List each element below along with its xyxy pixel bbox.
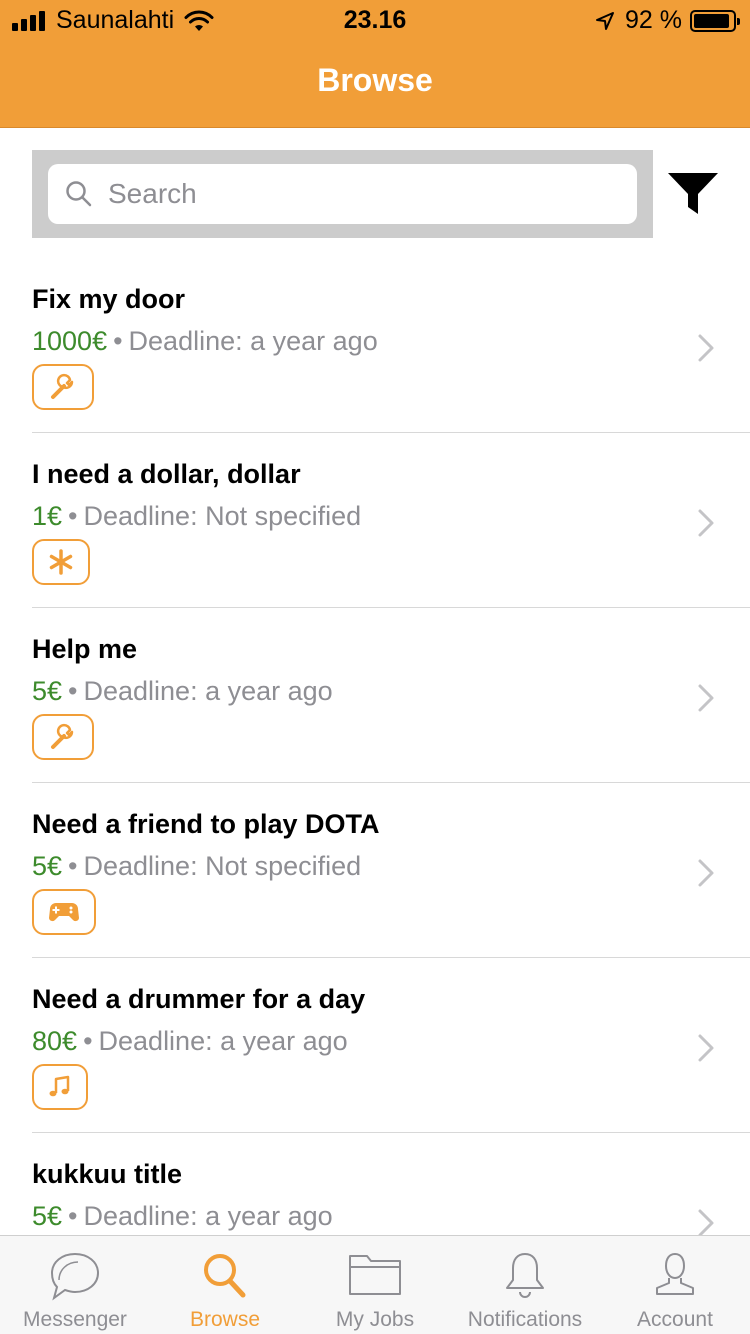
- meta-separator: •: [83, 1026, 93, 1056]
- tab-label: Account: [637, 1308, 713, 1331]
- category-badge: [32, 539, 90, 585]
- job-meta: 1000€ • Deadline: a year ago: [32, 326, 378, 357]
- tab-account[interactable]: Account: [600, 1236, 750, 1334]
- wrench-icon: [51, 723, 74, 749]
- meta-separator: •: [68, 1201, 78, 1231]
- battery-tip: [737, 17, 740, 25]
- tab-notifications[interactable]: Notifications: [450, 1236, 600, 1334]
- search-input[interactable]: [108, 178, 628, 210]
- job-title: Help me: [32, 634, 138, 664]
- job-price: 5€: [32, 676, 63, 706]
- job-title: I need a dollar, dollar: [32, 459, 301, 489]
- navigation-header: Saunalahti 23.16 92 % Browse: [0, 0, 750, 128]
- job-meta: 5€ • Deadline: a year ago: [32, 1201, 333, 1232]
- page-title: Browse: [317, 62, 433, 98]
- category-badge: [32, 364, 94, 410]
- gamepad-icon: [49, 903, 79, 922]
- person-icon: [656, 1252, 694, 1295]
- chat-bubble-icon: [50, 1252, 100, 1301]
- bell-icon: [506, 1253, 544, 1298]
- tab-browse[interactable]: Browse: [150, 1236, 300, 1334]
- job-meta: 1€ • Deadline: Not specified: [32, 501, 361, 532]
- tab-my-jobs[interactable]: My Jobs: [300, 1236, 450, 1334]
- job-price: 5€: [32, 851, 63, 881]
- tab-label: My Jobs: [335, 1308, 415, 1331]
- meta-separator: •: [113, 326, 123, 356]
- chevron-right-icon: [698, 859, 714, 887]
- status-bar: Saunalahti 23.16 92 %: [0, 0, 750, 40]
- search-icon: [66, 181, 92, 207]
- job-deadline: Deadline: a year ago: [83, 1201, 333, 1231]
- job-list-item[interactable]: I need a dollar, dollar 1€ • Deadline: Not…: [32, 433, 750, 608]
- job-list: Fix my door 1000€ • Deadline: a year ago I…: [0, 258, 750, 1308]
- job-list-item[interactable]: Need a friend to play DOTA 5€ • Deadline: …: [32, 783, 750, 958]
- category-badge: [32, 1064, 88, 1110]
- battery-level-fill: [694, 13, 729, 28]
- job-meta: 5€ • Deadline: a year ago: [32, 676, 333, 707]
- job-meta: 80€ • Deadline: a year ago: [32, 1026, 348, 1057]
- meta-separator: •: [68, 851, 78, 881]
- tab-label: Messenger: [23, 1308, 127, 1331]
- job-list-item[interactable]: Need a drummer for a day 80€ • Deadline: a…: [32, 958, 750, 1133]
- job-price: 1000€: [32, 326, 108, 356]
- meta-separator: •: [68, 676, 78, 706]
- job-price: 5€: [32, 1201, 63, 1231]
- job-deadline: Deadline: Not specified: [83, 851, 362, 881]
- job-list-item[interactable]: Fix my door 1000€ • Deadline: a year ago: [32, 258, 750, 433]
- chevron-right-icon: [698, 684, 714, 712]
- filter-icon[interactable]: [667, 170, 719, 218]
- tab-bar: Messenger Browse My Jobs Notifications A…: [0, 1235, 750, 1334]
- status-right: 92 %: [595, 6, 740, 35]
- search-bar: [32, 150, 653, 238]
- folder-icon: [349, 1255, 401, 1295]
- location-arrow-icon: [596, 11, 615, 30]
- chevron-right-icon: [698, 334, 714, 362]
- battery-percentage: 92 %: [625, 6, 682, 34]
- job-deadline: Deadline: a year ago: [83, 676, 333, 706]
- search-field[interactable]: [48, 164, 637, 224]
- meta-separator: •: [68, 501, 78, 531]
- chevron-right-icon: [698, 1209, 714, 1237]
- job-title: Need a friend to play DOTA: [32, 809, 380, 839]
- tab-label: Browse: [189, 1308, 261, 1331]
- job-title: Need a drummer for a day: [32, 984, 366, 1014]
- job-price: 80€: [32, 1026, 78, 1056]
- job-title: Fix my door: [32, 284, 186, 314]
- category-badge: [32, 889, 96, 935]
- music-note-icon: [49, 1075, 70, 1097]
- job-price: 1€: [32, 501, 63, 531]
- job-deadline: Deadline: a year ago: [98, 1026, 348, 1056]
- chevron-right-icon: [698, 509, 714, 537]
- tab-label: Notifications: [467, 1308, 583, 1331]
- battery-icon: [690, 9, 740, 32]
- category-badge: [32, 714, 94, 760]
- asterisk-icon: [49, 549, 73, 575]
- job-title: kukkuu title: [32, 1159, 183, 1189]
- job-list-item[interactable]: Help me 5€ • Deadline: a year ago: [32, 608, 750, 783]
- wrench-icon: [51, 373, 74, 399]
- job-deadline: Deadline: a year ago: [128, 326, 378, 356]
- job-deadline: Deadline: Not specified: [83, 501, 362, 531]
- search-icon: [204, 1254, 246, 1298]
- tab-messenger[interactable]: Messenger: [0, 1236, 150, 1334]
- chevron-right-icon: [698, 1034, 714, 1062]
- job-meta: 5€ • Deadline: Not specified: [32, 851, 361, 882]
